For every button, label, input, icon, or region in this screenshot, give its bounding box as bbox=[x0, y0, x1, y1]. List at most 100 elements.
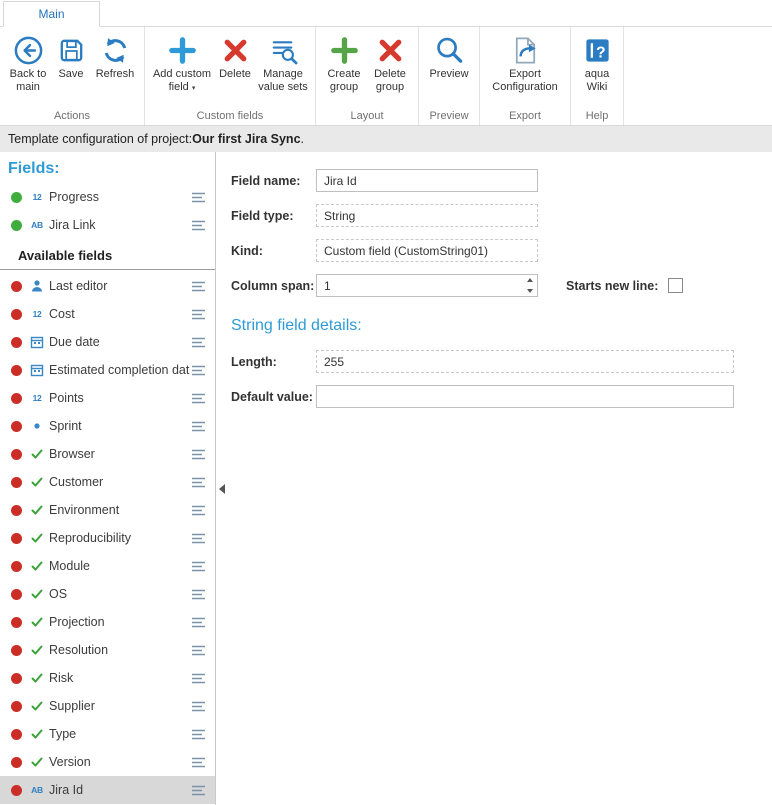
drag-handle-icon[interactable] bbox=[190, 724, 211, 745]
default-value-label: Default value: bbox=[231, 390, 316, 404]
field-item-label: Last editor bbox=[49, 279, 190, 293]
button-label: Manage value sets bbox=[256, 68, 310, 93]
field-item-label: Points bbox=[49, 391, 190, 405]
ribbon-group-preview: Preview Preview bbox=[419, 27, 480, 125]
column-span-input[interactable] bbox=[316, 274, 538, 297]
back-icon bbox=[13, 32, 44, 68]
drag-handle-icon[interactable] bbox=[190, 304, 211, 325]
status-dot-icon bbox=[11, 365, 22, 376]
field-item-jira-id[interactable]: ABJira Id bbox=[0, 776, 215, 804]
field-item-last-editor[interactable]: Last editor bbox=[0, 272, 215, 300]
number-icon: 12 bbox=[28, 192, 46, 202]
field-item-reproducibility[interactable]: Reproducibility bbox=[0, 524, 215, 552]
back-to-main-button[interactable]: Back to main bbox=[5, 30, 51, 93]
field-item-risk[interactable]: Risk bbox=[0, 664, 215, 692]
drag-handle-icon[interactable] bbox=[190, 360, 211, 381]
field-item-type[interactable]: Type bbox=[0, 720, 215, 748]
field-item-cost[interactable]: 12Cost bbox=[0, 300, 215, 328]
field-item-browser[interactable]: Browser bbox=[0, 440, 215, 468]
spinner-up-icon[interactable] bbox=[527, 278, 533, 282]
field-item-jira-link[interactable]: ABJira Link bbox=[0, 211, 215, 239]
aqua-wiki-button[interactable]: ? aqua Wiki bbox=[576, 30, 618, 93]
add-custom-field-button[interactable]: Add custom field ▾ bbox=[150, 30, 214, 95]
enum-icon bbox=[28, 503, 46, 517]
save-button[interactable]: Save bbox=[51, 30, 91, 81]
drag-handle-icon[interactable] bbox=[190, 276, 211, 297]
splitter-collapse-arrow[interactable] bbox=[219, 484, 225, 494]
drag-handle-icon[interactable] bbox=[190, 472, 211, 493]
field-item-label: Browser bbox=[49, 447, 190, 461]
drag-handle-icon[interactable] bbox=[190, 528, 211, 549]
text-icon: AB bbox=[28, 785, 46, 795]
drag-handle-icon[interactable] bbox=[190, 752, 211, 773]
status-dot-icon bbox=[11, 337, 22, 348]
drag-handle-icon[interactable] bbox=[190, 584, 211, 605]
field-item-os[interactable]: OS bbox=[0, 580, 215, 608]
enum-icon bbox=[28, 447, 46, 461]
field-item-environment[interactable]: Environment bbox=[0, 496, 215, 524]
drag-handle-icon[interactable] bbox=[190, 780, 211, 801]
enum-icon bbox=[28, 587, 46, 601]
drag-handle-icon[interactable] bbox=[190, 187, 211, 208]
field-item-sprint[interactable]: Sprint bbox=[0, 412, 215, 440]
drag-handle-icon[interactable] bbox=[190, 640, 211, 661]
field-item-module[interactable]: Module bbox=[0, 552, 215, 580]
kind-input bbox=[316, 239, 538, 262]
export-configuration-button[interactable]: Export Configuration bbox=[485, 30, 565, 93]
create-group-button[interactable]: Create group bbox=[321, 30, 367, 93]
drag-handle-icon[interactable] bbox=[190, 556, 211, 577]
drag-handle-icon[interactable] bbox=[190, 388, 211, 409]
fields-sidebar: Fields: 12ProgressABJira Link Available … bbox=[0, 152, 216, 805]
group-label: Actions bbox=[0, 110, 144, 125]
button-label: Delete bbox=[219, 68, 251, 81]
config-bar-suffix: . bbox=[301, 132, 304, 146]
manage-value-sets-button[interactable]: Manage value sets bbox=[256, 30, 310, 93]
drag-handle-icon[interactable] bbox=[190, 668, 211, 689]
delete-button[interactable]: Delete bbox=[214, 30, 256, 81]
status-dot-icon bbox=[11, 673, 22, 684]
drag-handle-icon[interactable] bbox=[190, 332, 211, 353]
status-dot-icon bbox=[11, 309, 22, 320]
enum-icon bbox=[28, 559, 46, 573]
field-item-points[interactable]: 12Points bbox=[0, 384, 215, 412]
field-item-supplier[interactable]: Supplier bbox=[0, 692, 215, 720]
field-item-customer[interactable]: Customer bbox=[0, 468, 215, 496]
enum-icon bbox=[28, 671, 46, 685]
field-item-estimated-completion-dat[interactable]: Estimated completion dat bbox=[0, 356, 215, 384]
preview-button[interactable]: Preview bbox=[424, 30, 474, 81]
refresh-button[interactable]: Refresh bbox=[91, 30, 139, 81]
spinner-down-icon[interactable] bbox=[527, 289, 533, 293]
refresh-icon bbox=[100, 32, 131, 68]
date-icon bbox=[28, 363, 46, 377]
status-dot-icon bbox=[11, 645, 22, 656]
starts-new-line-checkbox[interactable] bbox=[668, 278, 683, 293]
number-icon: 12 bbox=[28, 309, 46, 319]
field-name-input[interactable] bbox=[316, 169, 538, 192]
field-item-label: Jira Id bbox=[49, 783, 190, 797]
field-item-version[interactable]: Version bbox=[0, 748, 215, 776]
ribbon-tab-bar: Main bbox=[0, 0, 772, 27]
drag-handle-icon[interactable] bbox=[190, 215, 211, 236]
drag-handle-icon[interactable] bbox=[190, 416, 211, 437]
field-item-label: Type bbox=[49, 727, 190, 741]
field-item-due-date[interactable]: Due date bbox=[0, 328, 215, 356]
tab-main[interactable]: Main bbox=[3, 1, 100, 27]
ribbon-group-export: Export Configuration Export bbox=[480, 27, 571, 125]
length-input[interactable] bbox=[316, 350, 734, 373]
field-item-resolution[interactable]: Resolution bbox=[0, 636, 215, 664]
status-dot-icon bbox=[11, 617, 22, 628]
enum-icon bbox=[28, 475, 46, 489]
column-span-spinner[interactable] bbox=[523, 276, 536, 295]
field-item-projection[interactable]: Projection bbox=[0, 608, 215, 636]
default-value-input[interactable] bbox=[316, 385, 734, 408]
drag-handle-icon[interactable] bbox=[190, 500, 211, 521]
status-dot-icon bbox=[11, 533, 22, 544]
drag-handle-icon[interactable] bbox=[190, 696, 211, 717]
drag-handle-icon[interactable] bbox=[190, 612, 211, 633]
delete-group-button[interactable]: Delete group bbox=[367, 30, 413, 93]
drag-handle-icon[interactable] bbox=[190, 444, 211, 465]
button-label: Add custom field bbox=[153, 68, 211, 93]
export-configuration-icon bbox=[510, 32, 541, 68]
field-item-label: Sprint bbox=[49, 419, 190, 433]
field-item-progress[interactable]: 12Progress bbox=[0, 183, 215, 211]
